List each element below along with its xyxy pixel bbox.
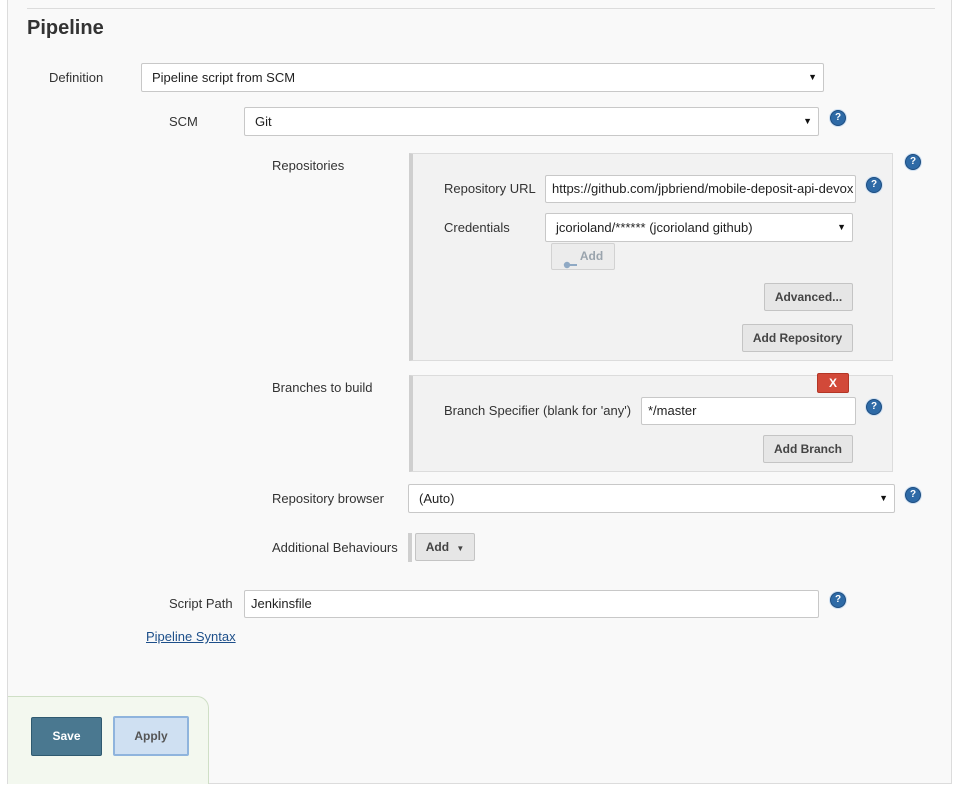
repository-browser-help-icon[interactable]: ? bbox=[905, 487, 921, 503]
advanced-button[interactable]: Advanced... bbox=[764, 283, 853, 311]
script-path-input[interactable]: Jenkinsfile bbox=[244, 590, 819, 618]
pipeline-syntax-link[interactable]: Pipeline Syntax bbox=[146, 629, 236, 644]
add-branch-button[interactable]: Add Branch bbox=[763, 435, 853, 463]
credentials-select[interactable]: jcorioland/****** (jcorioland github) ▼ bbox=[545, 213, 853, 242]
save-button[interactable]: Save bbox=[31, 717, 102, 756]
repository-url-input[interactable]: https://github.com/jpbriend/mobile-depos… bbox=[545, 175, 856, 203]
add-credentials-label: Add bbox=[579, 249, 604, 263]
branch-specifier-input[interactable]: */master bbox=[641, 397, 856, 425]
repository-browser-select-value: (Auto) bbox=[419, 491, 455, 506]
repositories-help-icon[interactable]: ? bbox=[905, 154, 921, 170]
section-divider bbox=[27, 8, 935, 9]
scm-select-value: Git bbox=[255, 114, 272, 129]
repository-url-help-icon[interactable]: ? bbox=[866, 177, 882, 193]
scm-select[interactable]: Git ▼ bbox=[244, 107, 819, 136]
script-path-label: Script Path bbox=[169, 596, 233, 611]
chevron-down-icon: ▼ bbox=[879, 493, 888, 503]
repository-browser-select[interactable]: (Auto) ▼ bbox=[408, 484, 895, 513]
repositories-label: Repositories bbox=[272, 158, 345, 173]
branch-specifier-help-icon[interactable]: ? bbox=[866, 399, 882, 415]
definition-label: Definition bbox=[49, 70, 104, 85]
add-repository-button[interactable]: Add Repository bbox=[742, 324, 853, 352]
chevron-down-icon: ▼ bbox=[837, 222, 846, 232]
section-title: Pipeline bbox=[27, 17, 104, 39]
behaviours-block-edge bbox=[408, 533, 412, 562]
branch-specifier-label: Branch Specifier (blank for 'any') bbox=[444, 403, 632, 418]
additional-behaviours-label: Additional Behaviours bbox=[272, 540, 398, 555]
branches-label: Branches to build bbox=[272, 380, 373, 395]
key-icon bbox=[563, 253, 578, 269]
add-behaviour-button[interactable]: Add ▼ bbox=[415, 533, 475, 561]
definition-select[interactable]: Pipeline script from SCM ▼ bbox=[141, 63, 824, 92]
credentials-label: Credentials bbox=[444, 220, 510, 235]
caret-down-icon: ▼ bbox=[456, 544, 465, 553]
delete-branch-button[interactable]: X bbox=[817, 373, 849, 393]
script-path-help-icon[interactable]: ? bbox=[830, 592, 846, 608]
chevron-down-icon: ▼ bbox=[808, 72, 817, 82]
credentials-select-value: jcorioland/****** (jcorioland github) bbox=[556, 220, 753, 235]
scm-label: SCM bbox=[169, 114, 198, 129]
definition-select-value: Pipeline script from SCM bbox=[152, 70, 296, 85]
repository-url-label: Repository URL bbox=[444, 181, 536, 196]
scm-help-icon[interactable]: ? bbox=[830, 110, 846, 126]
repository-browser-label: Repository browser bbox=[272, 491, 384, 506]
chevron-down-icon: ▼ bbox=[803, 116, 812, 126]
add-behaviour-label: Add bbox=[425, 540, 450, 554]
apply-button[interactable]: Apply bbox=[113, 716, 189, 756]
add-credentials-button[interactable]: Add bbox=[551, 243, 615, 270]
